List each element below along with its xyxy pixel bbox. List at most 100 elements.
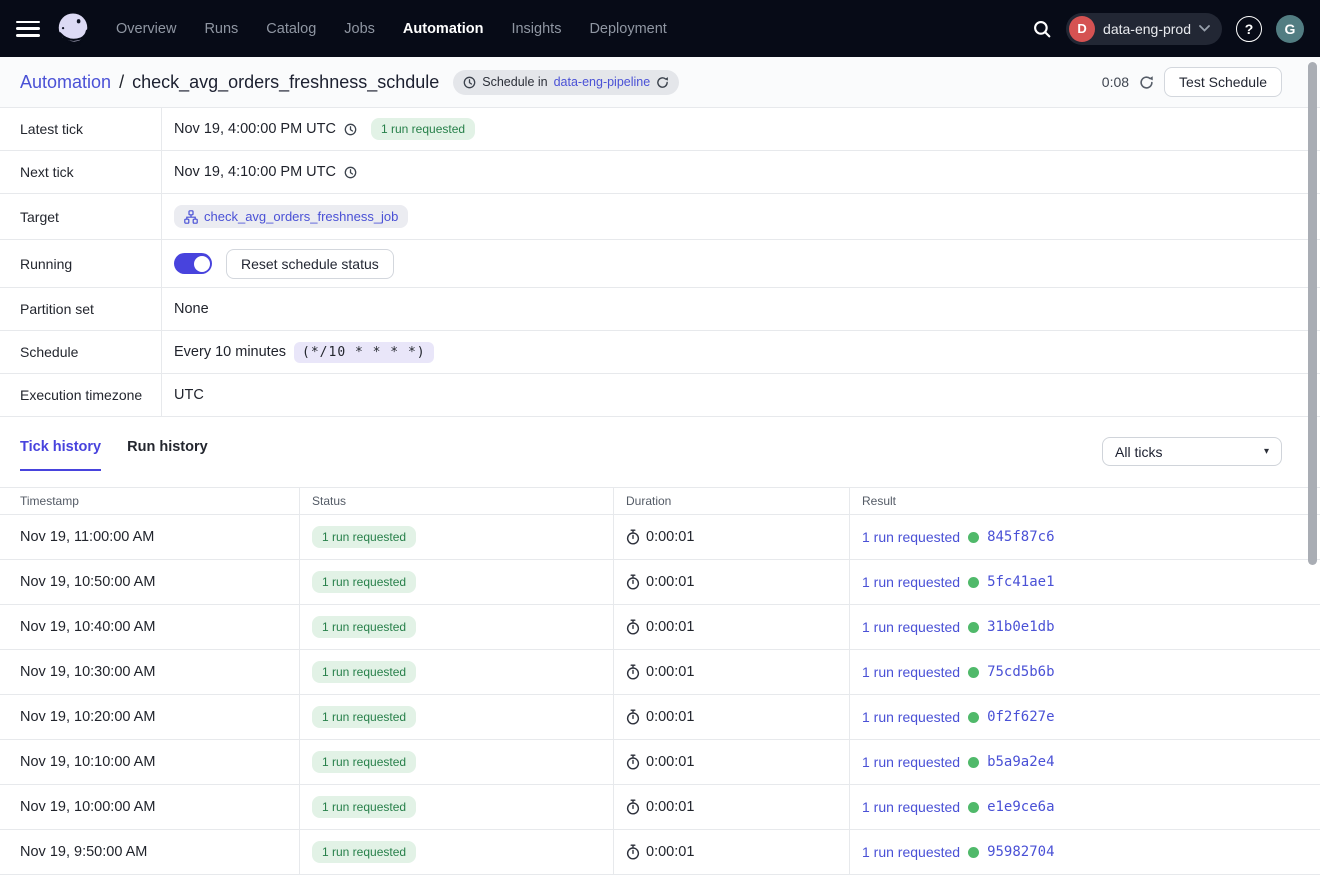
run-id-link[interactable]: 845f87c6 (987, 529, 1054, 545)
next-tick-value: Nov 19, 4:10:00 PM UTC (174, 164, 336, 180)
workspace-switcher[interactable]: D data-eng-prod (1066, 13, 1222, 45)
test-schedule-button[interactable]: Test Schedule (1164, 67, 1282, 97)
hamburger-menu-icon[interactable] (16, 21, 40, 37)
schedule-badge-label: Schedule in (482, 75, 547, 89)
tick-result-link[interactable]: 1 run requested (862, 574, 960, 590)
tick-duration: 0:00:01 (646, 664, 694, 680)
dagster-logo-icon[interactable] (54, 10, 92, 48)
nav-item-overview[interactable]: Overview (116, 21, 176, 37)
tick-result-link[interactable]: 1 run requested (862, 619, 960, 635)
pipeline-link[interactable]: data-eng-pipeline (554, 75, 651, 89)
caret-down-icon: ▾ (1264, 446, 1269, 457)
refresh-icon[interactable] (1139, 75, 1154, 90)
table-row: Nov 19, 10:20:00 AM 1 run requested 0:00… (0, 695, 1320, 740)
header-timestamp: Timestamp (0, 488, 300, 514)
table-row: Nov 19, 9:50:00 AM 1 run requested 0:00:… (0, 830, 1320, 875)
workspace-badge: D (1069, 16, 1095, 42)
tick-duration: 0:00:01 (646, 754, 694, 770)
run-status-dot (968, 712, 979, 723)
breadcrumb-actions: 0:08 Test Schedule (1102, 67, 1282, 97)
user-avatar[interactable]: G (1276, 15, 1304, 43)
nav-item-catalog[interactable]: Catalog (266, 21, 316, 37)
target-label: Target (0, 194, 162, 239)
tick-result-link[interactable]: 1 run requested (862, 754, 960, 770)
tick-filter-select[interactable]: All ticks ▾ (1102, 437, 1282, 466)
partition-set-label: Partition set (0, 288, 162, 330)
vertical-scrollbar[interactable] (1308, 62, 1317, 565)
breadcrumb-bar: Automation / check_avg_orders_freshness_… (0, 57, 1320, 108)
clock-icon (463, 76, 476, 89)
stopwatch-icon (626, 574, 640, 590)
running-toggle[interactable] (174, 253, 212, 274)
tick-timestamp: Nov 19, 10:20:00 AM (0, 695, 300, 739)
tick-result-link[interactable]: 1 run requested (862, 664, 960, 680)
tick-result-link[interactable]: 1 run requested (862, 844, 960, 860)
chevron-down-icon (1199, 25, 1210, 32)
tick-status-badge[interactable]: 1 run requested (312, 526, 416, 548)
target-row: Target check_avg_orders_freshness_job (0, 194, 1320, 240)
tick-timestamp: Nov 19, 10:00:00 AM (0, 785, 300, 829)
tick-status-badge[interactable]: 1 run requested (312, 796, 416, 818)
nav-item-jobs[interactable]: Jobs (344, 21, 375, 37)
run-id-link[interactable]: 0f2f627e (987, 709, 1054, 725)
run-id-link[interactable]: 5fc41ae1 (987, 574, 1054, 590)
refresh-countdown: 0:08 (1102, 74, 1129, 90)
schedule-label: Schedule (0, 331, 162, 373)
breadcrumb-separator: / (119, 72, 124, 93)
run-id-link[interactable]: e1e9ce6a (987, 799, 1054, 815)
header-result: Result (850, 488, 1320, 514)
tick-status-badge[interactable]: 1 run requested (312, 841, 416, 863)
stopwatch-icon (626, 844, 640, 860)
nav-item-insights[interactable]: Insights (511, 21, 561, 37)
run-status-dot (968, 622, 979, 633)
run-id-link[interactable]: 95982704 (987, 844, 1054, 860)
nav-item-runs[interactable]: Runs (204, 21, 238, 37)
tick-status-badge[interactable]: 1 run requested (312, 661, 416, 683)
run-status-dot (968, 667, 979, 678)
nav-right-cluster: D data-eng-prod ? G (1032, 13, 1304, 45)
tick-status-badge[interactable]: 1 run requested (312, 706, 416, 728)
tick-duration: 0:00:01 (646, 619, 694, 635)
tab-run-history[interactable]: Run history (127, 439, 208, 469)
workspace-label: data-eng-prod (1103, 21, 1191, 37)
tab-tick-history[interactable]: Tick history (20, 439, 101, 471)
run-id-link[interactable]: 75cd5b6b (987, 664, 1054, 680)
search-icon[interactable] (1032, 19, 1052, 39)
table-row: Nov 19, 10:40:00 AM 1 run requested 0:00… (0, 605, 1320, 650)
tick-status-badge[interactable]: 1 run requested (312, 616, 416, 638)
tick-status-badge[interactable]: 1 run requested (312, 571, 416, 593)
header-duration: Duration (614, 488, 850, 514)
nav-item-deployment[interactable]: Deployment (589, 21, 666, 37)
nav-item-automation[interactable]: Automation (403, 21, 484, 37)
tick-timestamp: Nov 19, 10:30:00 AM (0, 650, 300, 694)
run-id-link[interactable]: 31b0e1db (987, 619, 1054, 635)
tick-result-link[interactable]: 1 run requested (862, 799, 960, 815)
tick-timestamp: Nov 19, 11:00:00 AM (0, 515, 300, 559)
refresh-icon (656, 76, 669, 89)
run-status-dot (968, 847, 979, 858)
running-row: Running Reset schedule status (0, 240, 1320, 288)
latest-tick-status-badge[interactable]: 1 run requested (371, 118, 475, 140)
stopwatch-icon (626, 619, 640, 635)
help-icon[interactable]: ? (1236, 16, 1262, 42)
table-row: Nov 19, 10:30:00 AM 1 run requested 0:00… (0, 650, 1320, 695)
table-header-row: Timestamp Status Duration Result (0, 487, 1320, 515)
tick-result-link[interactable]: 1 run requested (862, 709, 960, 725)
latest-tick-row: Latest tick Nov 19, 4:00:00 PM UTC 1 run… (0, 108, 1320, 151)
tick-timestamp: Nov 19, 10:40:00 AM (0, 605, 300, 649)
breadcrumb-automation-link[interactable]: Automation (20, 72, 111, 93)
tick-status-badge[interactable]: 1 run requested (312, 751, 416, 773)
running-label: Running (0, 240, 162, 287)
target-job-link[interactable]: check_avg_orders_freshness_job (174, 205, 408, 228)
schedule-location-badge: Schedule in data-eng-pipeline (453, 70, 679, 95)
reset-schedule-status-button[interactable]: Reset schedule status (226, 249, 394, 279)
header-status: Status (300, 488, 614, 514)
run-id-link[interactable]: b5a9a2e4 (987, 754, 1054, 770)
stopwatch-icon (626, 799, 640, 815)
latest-tick-value: Nov 19, 4:00:00 PM UTC (174, 121, 336, 137)
timezone-value: UTC (174, 387, 204, 403)
tick-result-link[interactable]: 1 run requested (862, 529, 960, 545)
table-row: Nov 19, 10:10:00 AM 1 run requested 0:00… (0, 740, 1320, 785)
next-tick-label: Next tick (0, 151, 162, 193)
tick-filter-value: All ticks (1115, 444, 1162, 460)
